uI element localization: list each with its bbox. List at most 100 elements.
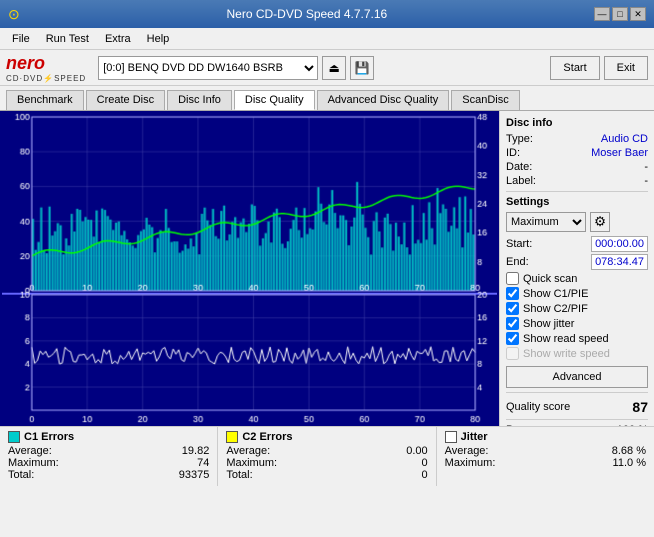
jitter-max-row: Maximum: 11.0 % [445, 457, 646, 469]
show-jitter-row: Show jitter [506, 317, 648, 330]
c2-title: C2 Errors [242, 431, 292, 443]
quality-score-row: Quality score 87 [506, 399, 648, 415]
speed-select[interactable]: Maximum [506, 212, 586, 232]
save-button[interactable]: 💾 [350, 56, 374, 80]
jitter-max-label: Maximum: [445, 457, 496, 469]
tab-disc-quality[interactable]: Disc Quality [234, 90, 315, 110]
menu-run-test[interactable]: Run Test [38, 31, 97, 47]
quick-scan-row: Quick scan [506, 272, 648, 285]
show-read-speed-label: Show read speed [523, 333, 609, 345]
show-read-speed-checkbox[interactable] [506, 332, 519, 345]
advanced-button[interactable]: Advanced [506, 366, 648, 388]
date-value: - [644, 161, 648, 173]
c1-avg-row: Average: 19.82 [8, 445, 209, 457]
c2-total-value: 0 [422, 469, 428, 481]
end-label: End: [506, 256, 529, 268]
date-label: Date: [506, 161, 532, 173]
minimize-button[interactable]: — [594, 7, 610, 21]
stats-bar: C1 Errors Average: 19.82 Maximum: 74 Tot… [0, 426, 654, 486]
eject-button[interactable]: ⏏ [322, 56, 346, 80]
disc-type-row: Type: Audio CD [506, 133, 648, 145]
c2-total-label: Total: [226, 469, 252, 481]
show-c2pif-label: Show C2/PIF [523, 303, 588, 315]
jitter-avg-row: Average: 8.68 % [445, 445, 646, 457]
main-chart [2, 113, 497, 424]
c2-avg-row: Average: 0.00 [226, 445, 427, 457]
progress-row: Progress 100 % [506, 424, 648, 426]
show-read-speed-row: Show read speed [506, 332, 648, 345]
app-icon: ⊙ [8, 6, 20, 23]
end-time-row: End: 078:34.47 [506, 254, 648, 270]
show-c2pif-checkbox[interactable] [506, 302, 519, 315]
jitter-max-value: 11.0 % [613, 457, 646, 469]
maximize-button[interactable]: □ [612, 7, 628, 21]
close-button[interactable]: ✕ [630, 7, 646, 21]
tab-bar: Benchmark Create Disc Disc Info Disc Qua… [0, 86, 654, 111]
show-write-speed-row: Show write speed [506, 347, 648, 360]
c1-color-indicator [8, 431, 20, 443]
app-logo: nero CD·DVD⚡SPEED [6, 53, 86, 83]
c2-avg-value: 0.00 [406, 445, 427, 457]
start-label: Start: [506, 238, 532, 250]
c1-max-value: 74 [197, 457, 209, 469]
logo-sub: CD·DVD⚡SPEED [6, 74, 86, 83]
c2-color-indicator [226, 431, 238, 443]
drive-select[interactable]: [0:0] BENQ DVD DD DW1640 BSRB [98, 56, 318, 80]
type-value: Audio CD [601, 133, 648, 145]
tab-create-disc[interactable]: Create Disc [86, 90, 165, 110]
start-button[interactable]: Start [550, 56, 599, 80]
c1-max-row: Maximum: 74 [8, 457, 209, 469]
progress-label: Progress [506, 424, 550, 426]
tab-disc-info[interactable]: Disc Info [167, 90, 232, 110]
jitter-color-indicator [445, 431, 457, 443]
toolbar: nero CD·DVD⚡SPEED [0:0] BENQ DVD DD DW16… [0, 50, 654, 86]
main-area: Disc info Type: Audio CD ID: Moser Baer … [0, 111, 654, 426]
start-time-row: Start: 000:00.00 [506, 236, 648, 252]
c2-max-row: Maximum: 0 [226, 457, 427, 469]
settings-title: Settings [506, 196, 648, 208]
c1-errors-group: C1 Errors Average: 19.82 Maximum: 74 Tot… [0, 427, 218, 486]
c2-total-row: Total: 0 [226, 469, 427, 481]
label-label: Label: [506, 175, 536, 187]
app-title: Nero CD-DVD Speed 4.7.7.16 [20, 7, 594, 21]
tab-advanced-disc-quality[interactable]: Advanced Disc Quality [317, 90, 450, 110]
type-label: Type: [506, 133, 533, 145]
c1-title-row: C1 Errors [8, 431, 209, 443]
title-bar: ⊙ Nero CD-DVD Speed 4.7.7.16 — □ ✕ [0, 0, 654, 28]
menu-bar: File Run Test Extra Help [0, 28, 654, 50]
progress-value: 100 % [617, 424, 648, 426]
show-c1pie-label: Show C1/PIE [523, 288, 588, 300]
show-jitter-label: Show jitter [523, 318, 574, 330]
c2-errors-group: C2 Errors Average: 0.00 Maximum: 0 Total… [218, 427, 436, 486]
tab-scan-disc[interactable]: ScanDisc [451, 90, 519, 110]
exit-button[interactable]: Exit [604, 56, 648, 80]
jitter-avg-value: 8.68 % [612, 445, 646, 457]
c1-title: C1 Errors [24, 431, 74, 443]
id-label: ID: [506, 147, 520, 159]
menu-extra[interactable]: Extra [97, 31, 139, 47]
start-value: 000:00.00 [591, 236, 648, 252]
tab-benchmark[interactable]: Benchmark [6, 90, 84, 110]
settings-icon-btn[interactable]: ⚙ [590, 212, 610, 232]
id-value: Moser Baer [591, 147, 648, 159]
jitter-title: Jitter [461, 431, 488, 443]
label-value: - [644, 175, 648, 187]
show-c1pie-checkbox[interactable] [506, 287, 519, 300]
quick-scan-checkbox[interactable] [506, 272, 519, 285]
jitter-group: Jitter Average: 8.68 % Maximum: 11.0 % [437, 427, 654, 486]
show-write-speed-checkbox[interactable] [506, 347, 519, 360]
menu-file[interactable]: File [4, 31, 38, 47]
quality-score-label: Quality score [506, 401, 570, 413]
c2-max-label: Maximum: [226, 457, 277, 469]
chart-container [0, 111, 499, 426]
c1-total-label: Total: [8, 469, 34, 481]
c1-total-value: 93375 [179, 469, 210, 481]
show-write-speed-label: Show write speed [523, 348, 610, 360]
show-jitter-checkbox[interactable] [506, 317, 519, 330]
menu-help[interactable]: Help [139, 31, 178, 47]
jitter-avg-label: Average: [445, 445, 489, 457]
end-value: 078:34.47 [591, 254, 648, 270]
disc-date-row: Date: - [506, 161, 648, 173]
window-controls: — □ ✕ [594, 7, 646, 21]
show-c2pif-row: Show C2/PIF [506, 302, 648, 315]
